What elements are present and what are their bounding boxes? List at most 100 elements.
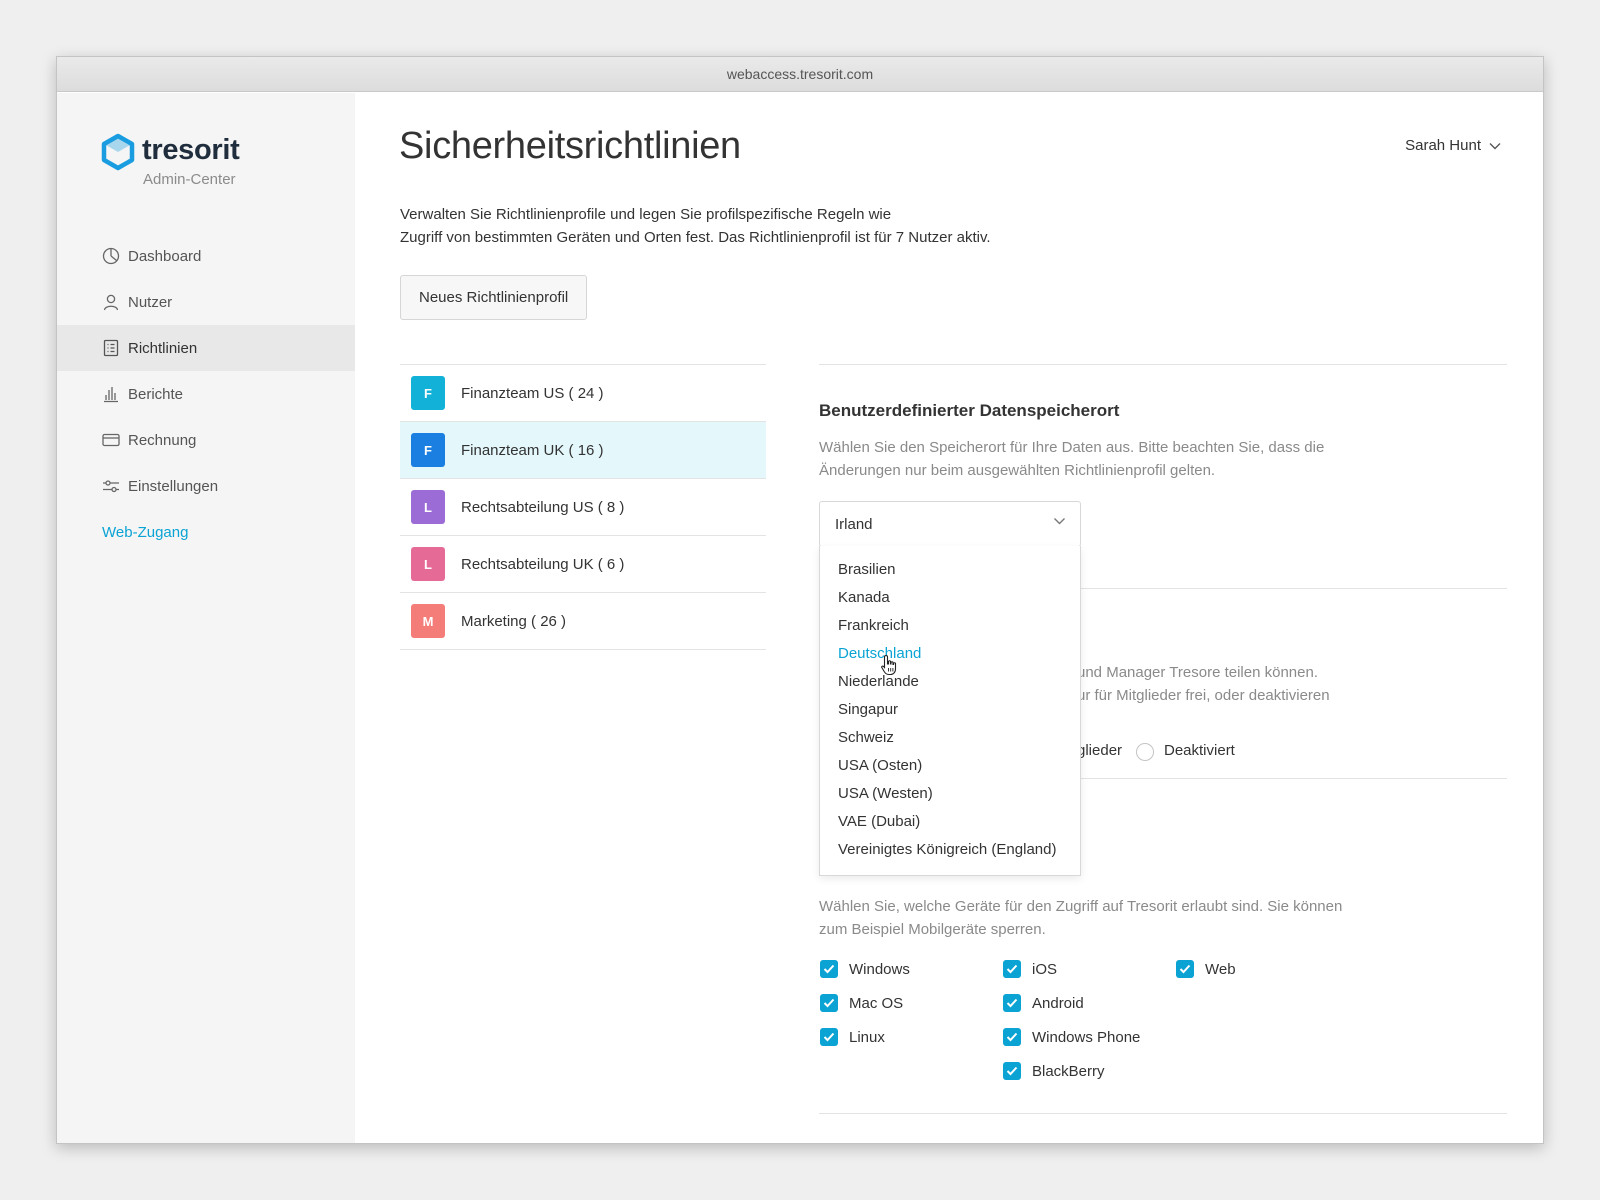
web-access-link[interactable]: Web-Zugang [57, 509, 355, 555]
page-title: Sicherheitsrichtlinien [399, 125, 741, 167]
checkmark-icon [820, 960, 838, 978]
checkbox-label: Windows Phone [1032, 1028, 1141, 1046]
profile-item-legal-us[interactable]: L Rechtsabteilung US ( 8 ) [400, 479, 766, 536]
sidebar-item-users[interactable]: Nutzer [57, 279, 355, 325]
browser-window: webaccess.tresorit.com tresorit Admin-Ce… [56, 56, 1544, 1144]
sidebar-nav: Dashboard Nutzer Richtlinien Berichte Re… [57, 233, 355, 555]
profile-avatar: L [411, 547, 445, 581]
radio-disabled[interactable] [1136, 743, 1154, 761]
checkbox-ios[interactable]: iOS [1003, 960, 1057, 978]
checkbox-windows-phone[interactable]: Windows Phone [1003, 1028, 1140, 1046]
checkbox-label: Linux [849, 1028, 885, 1046]
checkbox-label: Android [1032, 994, 1084, 1012]
user-icon [102, 293, 120, 311]
page-intro: Verwalten Sie Richtlinienprofile und leg… [400, 203, 1060, 249]
sidebar-item-label: Einstellungen [128, 477, 219, 495]
profile-item-legal-uk[interactable]: L Rechtsabteilung UK ( 6 ) [400, 536, 766, 593]
tresorit-logo-icon [101, 133, 135, 171]
sidebar-item-dashboard[interactable]: Dashboard [57, 233, 355, 279]
checkmark-icon [820, 994, 838, 1012]
radio-members-label: glieder [1077, 742, 1123, 759]
checkbox-label: Web [1205, 960, 1236, 978]
dropdown-option[interactable]: Singapur [820, 696, 1080, 724]
radio-disabled-label: Deaktiviert [1164, 742, 1235, 759]
dropdown-option[interactable]: USA (Osten) [820, 752, 1080, 780]
profile-avatar: L [411, 490, 445, 524]
sidebar-item-label: Rechnung [128, 431, 197, 449]
checkmark-icon [820, 1028, 838, 1046]
profile-label: Rechtsabteilung UK ( 6 ) [461, 555, 625, 573]
dropdown-option[interactable]: USA (Westen) [820, 780, 1080, 808]
checkbox-blackberry[interactable]: BlackBerry [1003, 1062, 1105, 1080]
checkbox-linux[interactable]: Linux [820, 1028, 885, 1046]
checkbox-label: BlackBerry [1032, 1062, 1105, 1080]
dropdown-option[interactable]: Frankreich [820, 612, 1080, 640]
profile-item-finance-uk[interactable]: F Finanzteam UK ( 16 ) [400, 422, 766, 479]
sidebar-item-reports[interactable]: Berichte [57, 371, 355, 417]
checkbox-label: Mac OS [849, 994, 904, 1012]
sharing-description-line: und Manager Tresore teilen können. [1077, 664, 1318, 681]
sidebar-item-settings[interactable]: Einstellungen [57, 463, 355, 509]
checkbox-web[interactable]: Web [1176, 960, 1236, 978]
divider [819, 364, 1507, 365]
checkmark-icon [1003, 960, 1021, 978]
profile-avatar: M [411, 604, 445, 638]
intro-line: Verwalten Sie Richtlinienprofile und leg… [400, 206, 892, 223]
dropdown-option[interactable]: Kanada [820, 584, 1080, 612]
divider [819, 1113, 1507, 1114]
profile-label: Rechtsabteilung US ( 8 ) [461, 498, 625, 516]
storage-section-title: Benutzerdefinierter Datenspeicherort [819, 401, 1120, 420]
sidebar-item-label: Dashboard [128, 247, 202, 265]
description-line: zum Beispiel Mobilgeräte sperren. [819, 921, 1046, 938]
sliders-icon [102, 477, 120, 495]
hand-cursor-icon [881, 654, 897, 676]
dashboard-icon [102, 247, 120, 265]
policy-icon [102, 339, 120, 357]
storage-location-select[interactable]: Irland [819, 501, 1081, 547]
sidebar-item-label: Berichte [128, 385, 184, 403]
dropdown-option[interactable]: Schweiz [820, 724, 1080, 752]
profile-item-marketing[interactable]: M Marketing ( 26 ) [400, 593, 766, 650]
checkbox-label: iOS [1032, 960, 1058, 978]
sharing-description-line: ur für Mitglieder frei, oder deaktiviere… [1077, 687, 1330, 704]
checkbox-windows[interactable]: Windows [820, 960, 910, 978]
profile-avatar: F [411, 376, 445, 410]
description-line: Wählen Sie den Speicherort für Ihre Date… [819, 439, 1325, 456]
storage-location-dropdown: Brasilien Kanada Frankreich Deutschland … [819, 546, 1081, 876]
profile-item-finance-us[interactable]: F Finanzteam US ( 24 ) [400, 365, 766, 422]
credit-card-icon [102, 431, 120, 449]
new-policy-profile-button[interactable]: Neues Richtlinienprofil [400, 275, 588, 320]
dropdown-option[interactable]: Vereinigtes Königreich (England) [820, 836, 1080, 864]
sidebar-item-label: Richtlinien [128, 339, 198, 357]
sidebar-item-policies[interactable]: Richtlinien [57, 325, 355, 371]
dropdown-option[interactable]: VAE (Dubai) [820, 808, 1080, 836]
profile-avatar: F [411, 433, 445, 467]
brand-name: tresorit [142, 134, 240, 166]
intro-line: Zugriff von bestimmten Geräten und Orten… [400, 229, 991, 246]
sidebar-item-label: Nutzer [128, 293, 173, 311]
checkmark-icon [1176, 960, 1194, 978]
dropdown-option[interactable]: Niederlande [820, 668, 1080, 696]
bar-chart-icon [102, 385, 120, 403]
chevron-down-icon [1054, 518, 1065, 525]
select-value: Irland [835, 515, 873, 533]
dropdown-option[interactable]: Brasilien [820, 556, 1080, 584]
brand-subtitle: Admin-Center [143, 171, 236, 188]
profile-label: Finanzteam UK ( 16 ) [461, 441, 604, 459]
checkmark-icon [1003, 1062, 1021, 1080]
user-menu[interactable]: Sarah Hunt [1405, 137, 1501, 154]
address-bar[interactable]: webaccess.tresorit.com [57, 57, 1543, 92]
description-line: Änderungen nur beim ausgewählten Richtli… [819, 462, 1216, 479]
checkmark-icon [1003, 994, 1021, 1012]
profile-list: F Finanzteam US ( 24 ) F Finanzteam UK (… [400, 364, 766, 650]
checkbox-label: Windows [849, 960, 910, 978]
user-name: Sarah Hunt [1405, 137, 1481, 154]
checkbox-android[interactable]: Android [1003, 994, 1084, 1012]
dropdown-option-hovered[interactable]: Deutschland [820, 640, 1080, 668]
main-content: Sicherheitsrichtlinien Sarah Hunt Verwal… [355, 93, 1543, 1143]
sidebar: tresorit Admin-Center Dashboard Nutzer R… [57, 93, 355, 1143]
checkbox-macos[interactable]: Mac OS [820, 994, 903, 1012]
profile-label: Marketing ( 26 ) [461, 612, 567, 630]
sidebar-item-billing[interactable]: Rechnung [57, 417, 355, 463]
storage-section-description: Wählen Sie den Speicherort für Ihre Date… [819, 436, 1379, 482]
